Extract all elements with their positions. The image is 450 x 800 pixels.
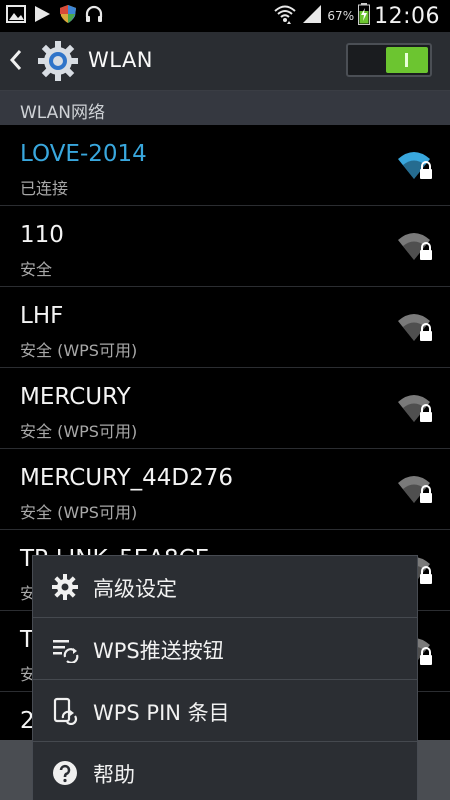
network-item[interactable]: MERCURY 安全 (WPS可用) [0, 368, 450, 449]
toggle-knob [386, 47, 428, 73]
menu-item-label: WPS推送按钮 [93, 639, 224, 663]
network-status: 安全 (WPS可用) [20, 422, 138, 441]
wifi-lock-icon [396, 311, 436, 349]
wifi-status-icon [273, 2, 297, 30]
menu-item-label: 高级设定 [93, 577, 177, 601]
overflow-menu: 高级设定 WPS推送按钮 WPS PIN 条目 帮助 [32, 555, 418, 800]
section-header: WLAN网络 [0, 91, 450, 125]
gear-icon [51, 573, 79, 605]
shield-icon [58, 4, 78, 28]
menu-item-wps-pin[interactable]: WPS PIN 条目 [33, 680, 417, 742]
network-item[interactable]: LHF 安全 (WPS可用) [0, 287, 450, 368]
network-name: MERCURY_44D276 [20, 465, 234, 491]
menu-item-label: 帮助 [93, 763, 135, 787]
section-title: WLAN网络 [20, 103, 106, 123]
wifi-lock-icon [396, 230, 436, 268]
network-name: LOVE-2014 [20, 141, 147, 167]
network-item[interactable]: 110 安全 [0, 206, 450, 287]
gallery-icon [6, 5, 26, 27]
wlan-toggle[interactable] [346, 43, 432, 77]
play-store-icon [32, 4, 52, 28]
action-bar: WLAN [0, 32, 450, 91]
battery-icon [358, 3, 371, 29]
menu-item-help[interactable]: 帮助 [33, 742, 417, 800]
network-item[interactable]: LOVE-2014 已连接 [0, 125, 450, 206]
status-left-icons [6, 4, 104, 28]
network-name: 110 [20, 222, 64, 248]
wifi-lock-icon [396, 149, 436, 187]
network-name: MERCURY [20, 384, 131, 410]
help-icon [51, 759, 79, 791]
status-right-icons: 67% 12:06 [273, 2, 440, 30]
network-status: 安全 [20, 260, 53, 279]
network-status: 安全 (WPS可用) [20, 341, 138, 360]
back-chevron-icon[interactable] [8, 48, 24, 76]
status-bar: 67% 12:06 [0, 0, 450, 32]
wps-push-icon [51, 635, 79, 667]
wifi-lock-icon [396, 473, 436, 511]
settings-gear-icon[interactable] [36, 39, 80, 87]
battery-percent: 67% [327, 9, 355, 23]
menu-item-advanced-settings[interactable]: 高级设定 [33, 556, 417, 618]
network-item[interactable]: MERCURY_44D276 安全 (WPS可用) [0, 449, 450, 530]
wifi-lock-icon [396, 392, 436, 430]
page-title: WLAN [88, 48, 154, 72]
network-status: 已连接 [20, 179, 69, 198]
menu-item-label: WPS PIN 条目 [93, 701, 230, 725]
screen: 67% 12:06 WLAN WLAN网络 LOVE-2014 已连接 110 … [0, 0, 450, 800]
signal-icon [301, 3, 323, 29]
menu-item-wps-push[interactable]: WPS推送按钮 [33, 618, 417, 680]
clock: 12:06 [374, 3, 440, 29]
network-name: LHF [20, 303, 64, 329]
wps-pin-icon [51, 697, 79, 729]
headphones-icon [84, 4, 104, 28]
network-status: 安全 (WPS可用) [20, 503, 138, 522]
